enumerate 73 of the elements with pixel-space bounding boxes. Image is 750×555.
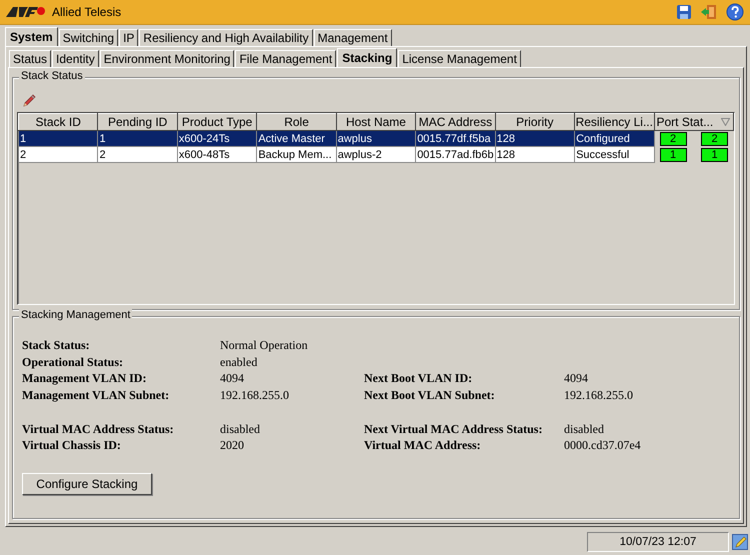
column-header[interactable]: Pending ID <box>98 114 178 130</box>
port-status-indicator: 2 <box>660 132 686 146</box>
table-cell: 128 <box>495 146 575 162</box>
field-value: disabled <box>564 422 605 437</box>
table-cell: 0015.77df.f5ba <box>416 130 496 146</box>
field-label: Management VLAN ID: <box>22 371 148 386</box>
column-header[interactable]: Priority <box>495 114 575 130</box>
table-cell: 1 <box>98 130 178 146</box>
tab[interactable]: Status <box>9 50 52 67</box>
group-title: Stacking Management <box>19 309 132 321</box>
port-status-indicator: 1 <box>701 148 728 162</box>
date-time-field: 10/07/23 12:07 <box>587 532 729 552</box>
edit-note-icon[interactable] <box>732 534 748 550</box>
tab[interactable]: License Management <box>398 50 521 67</box>
table-cell: Successful <box>574 146 654 162</box>
table-cell: awplus-2 <box>336 146 416 162</box>
column-header[interactable]: MAC Address <box>416 114 496 130</box>
field-value: 192.168.255.0 <box>220 388 290 403</box>
table-row[interactable]: 1 1 x600-24Ts Active Master awplus 0015.77df.f5ba 128 Configured 2 2 <box>18 130 734 146</box>
tab[interactable]: IP <box>119 29 138 46</box>
pencil-icon[interactable] <box>21 93 37 109</box>
field-value: 4094 <box>220 371 245 386</box>
tab[interactable]: Switching <box>58 29 118 46</box>
configure-stacking-button[interactable]: Configure Stacking <box>22 473 152 496</box>
field-label: Next Virtual MAC Address Status: <box>364 422 544 437</box>
column-header[interactable]: Stack ID <box>18 114 98 130</box>
tab[interactable]: Environment Monitoring <box>100 50 234 67</box>
table-cell: 128 <box>495 130 575 146</box>
column-header-label: Port Stat... <box>656 115 714 129</box>
field-value: disabled <box>220 422 261 437</box>
tab[interactable]: System <box>5 27 58 46</box>
table-cell: 2 <box>98 146 178 162</box>
table-cell: Configured <box>574 130 654 146</box>
field-label: Virtual MAC Address Status: <box>22 422 175 437</box>
tab[interactable]: Stacking <box>337 48 398 67</box>
help-icon[interactable] <box>726 3 744 21</box>
table-cell: 0015.77ad.fb6b <box>416 146 496 162</box>
field-value: 192.168.255.0 <box>564 388 634 403</box>
group-title: Stack Status <box>19 70 85 82</box>
tab[interactable]: Resiliency and High Availability <box>139 29 313 46</box>
table-cell: 2 <box>18 146 98 162</box>
field-label: Management VLAN Subnet: <box>22 388 170 403</box>
table-cell: Active Master <box>256 130 336 146</box>
field-label: Virtual MAC Address: <box>364 438 482 454</box>
field-value: enabled <box>220 354 258 370</box>
port-status-indicator: 2 <box>701 132 728 146</box>
field-value: 2020 <box>220 438 245 454</box>
column-header[interactable]: Host Name <box>336 114 416 130</box>
tab[interactable]: File Management <box>235 50 336 67</box>
save-icon[interactable] <box>676 4 692 20</box>
table-cell: Backup Mem... <box>256 146 336 162</box>
tab[interactable]: Identity <box>52 50 99 67</box>
column-header[interactable]: Port Stat... <box>654 114 734 130</box>
field-value: Normal Operation <box>220 338 309 353</box>
column-header[interactable]: Product Type <box>177 114 257 130</box>
logo-icon <box>6 6 46 18</box>
field-label: Next Boot VLAN Subnet: <box>364 388 496 403</box>
column-header[interactable]: Resiliency Li... <box>574 114 654 130</box>
field-value: 0000.cd37.07e4 <box>564 438 642 454</box>
port-status-indicator: 1 <box>660 148 686 162</box>
table-cell: x600-48Ts <box>177 146 257 162</box>
tab[interactable]: Management <box>314 29 392 46</box>
field-value: 4094 <box>564 371 589 386</box>
field-label: Operational Status: <box>22 354 124 370</box>
table-cell: awplus <box>336 130 416 146</box>
column-header[interactable]: Role <box>256 114 336 130</box>
table-row[interactable]: 2 2 x600-48Ts Backup Mem... awplus-2 0015.77ad.fb6b 128 Successful 1 1 <box>18 146 734 162</box>
field-label: Next Boot VLAN ID: <box>364 371 474 386</box>
table-cell: x600-24Ts <box>177 130 257 146</box>
field-label: Stack Status: <box>22 338 91 353</box>
table-cell: 1 <box>18 130 98 146</box>
window-title: Allied Telesis <box>52 5 122 19</box>
field-label: Virtual Chassis ID: <box>22 438 122 454</box>
